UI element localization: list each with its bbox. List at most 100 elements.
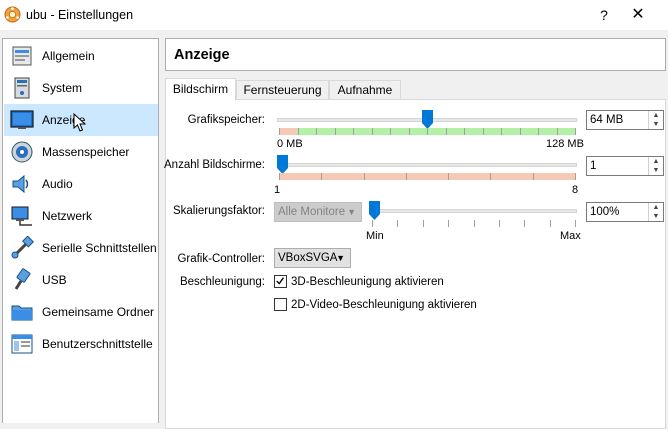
- sidebar-item-label: System: [42, 81, 83, 95]
- slider-tick: [335, 128, 336, 135]
- slider-tick: [490, 173, 491, 180]
- slider-tick: [575, 220, 576, 227]
- sidebar-item-usb[interactable]: USB: [4, 264, 158, 296]
- slider-tick: [538, 128, 539, 135]
- monitor-count-value: 1: [590, 160, 597, 172]
- scale-factor-slider-thumb[interactable]: [369, 201, 380, 220]
- spin-arrows: ▲ ▼: [648, 157, 663, 175]
- sidebar-item-label: Benutzerschnittstelle: [42, 337, 153, 351]
- bildschirm-panel: Grafikspeicher: 0 MB 128 MB 64 MB ▲ ▼ An…: [164, 99, 666, 429]
- slider-tick: [409, 128, 410, 135]
- accel-2d-checkbox[interactable]: [274, 298, 287, 311]
- spin-down-arrow-icon[interactable]: ▼: [649, 166, 663, 175]
- graphics-controller-value: VBoxSVGA: [278, 252, 338, 264]
- system-icon: [14, 77, 30, 99]
- slider-tick: [575, 173, 576, 180]
- title-bar: ubu - Einstellungen ? ✕: [0, 0, 668, 30]
- mouse-cursor-icon: [73, 113, 87, 132]
- spin-arrows: ▲ ▼: [648, 203, 663, 221]
- sidebar-item-label: Gemeinsame Ordner: [42, 305, 155, 319]
- tab-bildschirm[interactable]: Bildschirm: [165, 78, 236, 101]
- slider-tick: [321, 173, 322, 180]
- spin-down-arrow-icon[interactable]: ▼: [649, 212, 663, 221]
- accel-3d-checkbox[interactable]: [274, 275, 287, 288]
- tab-aufnahme[interactable]: Aufnahme: [329, 80, 401, 100]
- sidebar-item-allgemein[interactable]: Allgemein: [4, 40, 158, 72]
- acceleration-label: Beschleunigung:: [179, 276, 265, 288]
- virtualbox-app-icon: [4, 6, 21, 23]
- checkmark-icon: [276, 277, 285, 285]
- slider-tick: [557, 128, 558, 135]
- storage-icon: [11, 141, 33, 163]
- sidebar-item-massenspeicher[interactable]: Massenspeicher: [4, 136, 158, 168]
- scale-factor-slider[interactable]: [369, 209, 577, 213]
- spin-up-arrow-icon[interactable]: ▲: [649, 111, 663, 120]
- slider-tick: [397, 220, 398, 227]
- monitor-count-slider[interactable]: [277, 163, 577, 167]
- monitor-count-spinbox[interactable]: 1 ▲ ▼: [586, 156, 664, 176]
- sidebar-item-netzwerk[interactable]: Netzwerk: [4, 200, 158, 232]
- monitor-count-slider-thumb[interactable]: [277, 155, 288, 174]
- video-memory-slider-thumb[interactable]: [421, 110, 433, 129]
- slider-tick: [499, 220, 500, 227]
- general-icon: [12, 46, 32, 66]
- video-memory-max-label: 128 MB: [546, 138, 584, 150]
- accel-3d-label[interactable]: 3D-Beschleunigung aktivieren: [291, 276, 444, 288]
- slider-tick: [446, 128, 447, 135]
- slider-tick: [483, 128, 484, 135]
- scale-factor-value: 100%: [590, 206, 620, 218]
- slider-tick: [423, 220, 424, 227]
- accel-2d-label[interactable]: 2D-Video-Beschleunigung aktivieren: [291, 299, 477, 311]
- scale-factor-label: Skalierungsfaktor:: [172, 205, 265, 217]
- sidebar-item-label: Allgemein: [42, 49, 95, 63]
- monitor-select-dropdown[interactable]: Alle Monitore ▼: [274, 202, 362, 222]
- sidebar-item-label: Serielle Schnittstellen: [42, 241, 157, 255]
- spin-arrows: ▲ ▼: [648, 111, 663, 129]
- help-button[interactable]: ?: [590, 2, 618, 28]
- dropdown-arrow-icon: ▼: [336, 253, 345, 263]
- sidebar-item-audio[interactable]: Audio: [4, 168, 158, 200]
- slider-tick: [406, 173, 407, 180]
- slider-tick: [520, 128, 521, 135]
- slider-tick: [279, 173, 280, 180]
- shared-folders-icon: [11, 305, 33, 321]
- audio-icon: [12, 174, 29, 194]
- video-memory-spinbox[interactable]: 64 MB ▲ ▼: [586, 110, 664, 130]
- spin-up-arrow-icon[interactable]: ▲: [649, 157, 663, 166]
- slider-tick: [575, 128, 576, 135]
- monitor-count-min-label: 1: [274, 184, 281, 196]
- monitor-count-max-label: 8: [572, 184, 579, 196]
- slider-tick: [372, 128, 373, 135]
- video-memory-value: 64 MB: [590, 114, 624, 126]
- sidebar-item-system[interactable]: System: [4, 72, 158, 104]
- window-title: ubu - Einstellungen: [26, 8, 134, 22]
- scale-factor-spinbox[interactable]: 100% ▲ ▼: [586, 202, 664, 222]
- slider-tick: [474, 220, 475, 227]
- graphics-controller-dropdown[interactable]: VBoxSVGA ▼: [274, 248, 351, 268]
- slider-tick: [316, 128, 317, 135]
- slider-tick: [533, 173, 534, 180]
- serial-ports-icon: [11, 236, 34, 259]
- monitor-select-value: Alle Monitore: [278, 206, 346, 218]
- slider-tick: [298, 128, 299, 135]
- slider-tick: [524, 220, 525, 227]
- close-button[interactable]: ✕: [624, 2, 652, 28]
- usb-icon: [14, 268, 31, 290]
- sidebar-item-gemeinsame-ordner[interactable]: Gemeinsame Ordner: [4, 296, 158, 328]
- scale-factor-max-label: Max: [560, 230, 581, 242]
- network-icon: [11, 206, 32, 226]
- slider-tick: [464, 128, 465, 135]
- slider-tick: [427, 128, 428, 135]
- dropdown-arrow-icon: ▼: [347, 207, 356, 217]
- spin-up-arrow-icon[interactable]: ▲: [649, 203, 663, 212]
- slider-tick: [372, 220, 373, 227]
- video-memory-min-label: 0 MB: [277, 138, 303, 150]
- scale-factor-ticks: [372, 220, 576, 227]
- video-memory-range-bar: [279, 128, 576, 135]
- spin-down-arrow-icon[interactable]: ▼: [649, 120, 663, 129]
- settings-main: Anzeige Bildschirm Fernsteuerung Aufnahm…: [164, 38, 666, 429]
- slider-tick: [550, 220, 551, 227]
- tab-fernsteuerung[interactable]: Fernsteuerung: [236, 80, 329, 100]
- sidebar-item-benutzerschnittstelle[interactable]: Benutzerschnittstelle: [4, 328, 158, 360]
- sidebar-item-serielle-schnittstellen[interactable]: Serielle Schnittstellen: [4, 232, 158, 264]
